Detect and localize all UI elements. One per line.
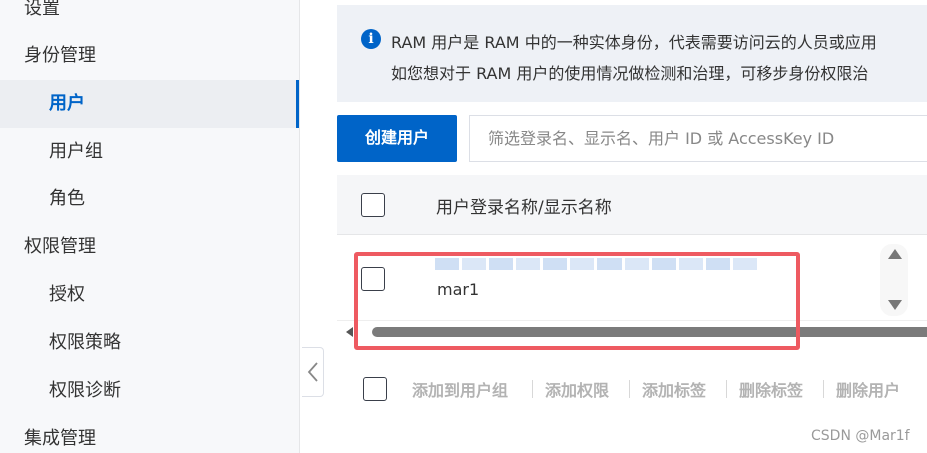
- info-text-line-2: 如您想对于 RAM 用户的使用情况做检测和治理，可移步身份权限治: [391, 64, 869, 83]
- divider: [726, 380, 727, 398]
- sidebar-item-settings[interactable]: 设置: [0, 0, 299, 33]
- bulk-select-checkbox[interactable]: [363, 377, 387, 401]
- watermark: CSDN @Mar1f: [811, 428, 910, 444]
- scroll-up-arrow-icon[interactable]: [888, 249, 902, 259]
- sidebar-item-grants[interactable]: 授权: [0, 271, 299, 319]
- add-tag-button[interactable]: 添加标签: [642, 377, 706, 401]
- add-to-group-button[interactable]: 添加到用户组: [412, 377, 508, 401]
- sidebar-collapse-button[interactable]: [302, 347, 324, 397]
- delete-tag-button[interactable]: 删除标签: [739, 377, 803, 401]
- scroll-left-arrow-icon[interactable]: [346, 327, 353, 337]
- divider: [532, 380, 533, 398]
- chevron-left-icon: [307, 362, 318, 382]
- column-header-login-name: 用户登录名称/显示名称: [436, 198, 612, 218]
- info-banner: i RAM 用户是 RAM 中的一种实体身份，代表需要访问云的人员或应用 如您想…: [337, 5, 927, 102]
- delete-user-button[interactable]: 删除用户: [836, 377, 900, 401]
- sidebar-item-users[interactable]: 用户: [0, 80, 299, 128]
- scroll-down-arrow-icon[interactable]: [888, 300, 902, 310]
- select-all-checkbox[interactable]: [361, 193, 385, 217]
- bulk-action-bar: 添加到用户组 添加权限 添加标签 删除标签 删除用户: [337, 365, 927, 413]
- sidebar-item-user-groups[interactable]: 用户组: [0, 128, 299, 176]
- add-permission-button[interactable]: 添加权限: [545, 377, 609, 401]
- sidebar-item-roles[interactable]: 角色: [0, 175, 299, 223]
- sidebar-item-diagnostics[interactable]: 权限诊断: [0, 367, 299, 415]
- divider: [629, 380, 630, 398]
- sidebar-group-integration[interactable]: 集成管理: [0, 415, 299, 453]
- table-header: 用户登录名称/显示名称: [337, 175, 927, 235]
- info-icon: i: [361, 29, 381, 49]
- sidebar-group-permissions[interactable]: 权限管理: [0, 223, 299, 271]
- sidebar-item-policies[interactable]: 权限策略: [0, 319, 299, 367]
- divider: [823, 380, 824, 398]
- highlight-box: [354, 252, 800, 350]
- sidebar-group-identity[interactable]: 身份管理: [0, 32, 299, 80]
- filter-input[interactable]: [469, 115, 927, 162]
- sidebar: 设置 身份管理 用户 用户组 角色 权限管理 授权 权限策略 权限诊断 集成管理: [0, 0, 300, 453]
- create-user-button[interactable]: 创建用户: [337, 115, 457, 162]
- info-text-line-1: RAM 用户是 RAM 中的一种实体身份，代表需要访问云的人员或应用: [391, 33, 877, 52]
